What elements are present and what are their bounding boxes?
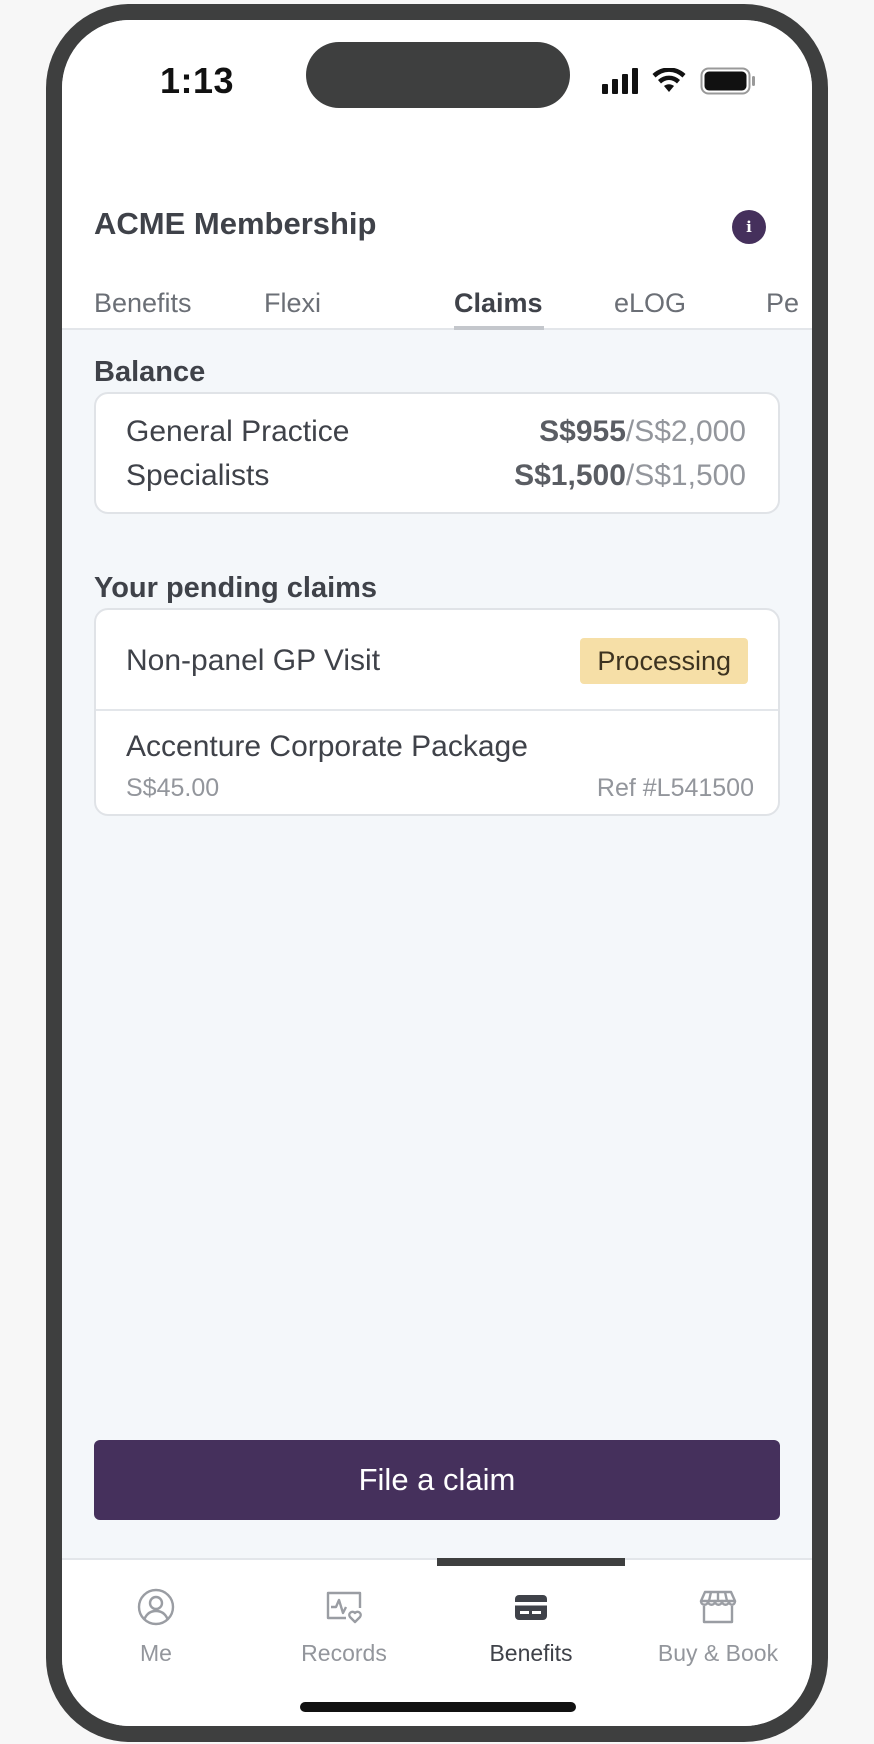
status-badge: Processing xyxy=(580,638,748,684)
nav-label: Records xyxy=(301,1640,387,1666)
balance-total: /S$1,500 xyxy=(625,459,746,492)
health-record-icon xyxy=(326,1591,362,1624)
pending-claims-heading: Your pending claims xyxy=(94,572,378,604)
tab-elog[interactable]: eLOG xyxy=(614,288,686,330)
app-screen: 1:13 ACME Membership i Benefits Flexi Cl… xyxy=(62,20,812,1726)
tab-claims[interactable]: Claims xyxy=(454,288,543,330)
user-circle-icon xyxy=(137,1588,175,1626)
status-time: 1:13 xyxy=(160,60,235,101)
tab-partial[interactable]: Pe xyxy=(766,288,799,330)
tab-benefits[interactable]: Benefits xyxy=(94,288,192,330)
balance-row: Specialists S$1,500/S$1,500 xyxy=(126,456,746,496)
nav-label: Benefits xyxy=(489,1640,573,1666)
info-icon: i xyxy=(746,218,752,236)
active-tab-indicator xyxy=(454,326,544,330)
status-icons xyxy=(602,66,756,96)
claim-name: Non-panel GP Visit xyxy=(126,644,381,677)
tab-bar: Benefits Flexi Claims eLOG Pe xyxy=(62,288,812,330)
claim-amount: S$45.00 xyxy=(126,774,220,802)
claim-card[interactable]: Non-panel GP Visit Processing Accenture … xyxy=(94,608,780,816)
nav-item-buy-book[interactable]: Buy & Book xyxy=(624,1586,812,1686)
phone-frame: 1:13 ACME Membership i Benefits Flexi Cl… xyxy=(46,4,828,1742)
balance-label: General Practice xyxy=(126,415,350,448)
nav-item-benefits[interactable]: Benefits xyxy=(437,1586,625,1686)
claim-package: Accenture Corporate Package xyxy=(126,730,528,763)
store-icon xyxy=(699,1590,737,1624)
balance-used: S$955 xyxy=(539,415,626,448)
home-indicator[interactable] xyxy=(300,1702,576,1712)
wifi-icon xyxy=(652,68,686,92)
claim-header: Non-panel GP Visit Processing xyxy=(96,610,778,711)
battery-icon xyxy=(700,67,755,95)
balance-label: Specialists xyxy=(126,459,270,492)
file-claim-button[interactable]: File a claim xyxy=(94,1440,780,1520)
tab-flexi[interactable]: Flexi xyxy=(264,288,321,330)
page-title: ACME Membership xyxy=(94,206,377,241)
balance-card: General Practice S$955/S$2,000 Specialis… xyxy=(94,392,780,514)
balance-used: S$1,500 xyxy=(514,459,626,492)
balance-value: S$1,500/S$1,500 xyxy=(514,459,746,493)
active-nav-indicator xyxy=(437,1558,625,1566)
cellular-signal-icon xyxy=(602,68,638,94)
claim-reference: Ref #L541500 xyxy=(596,774,754,802)
nav-item-me[interactable]: Me xyxy=(62,1586,250,1686)
nav-label: Me xyxy=(140,1640,172,1666)
dynamic-island xyxy=(306,42,570,108)
balance-heading: Balance xyxy=(94,356,206,388)
nav-label: Buy & Book xyxy=(657,1640,779,1666)
status-bar: 1:13 xyxy=(62,20,812,134)
info-button[interactable]: i xyxy=(732,210,766,244)
card-icon xyxy=(515,1595,547,1620)
balance-value: S$955/S$2,000 xyxy=(539,415,746,449)
nav-item-records[interactable]: Records xyxy=(250,1586,438,1686)
balance-total: /S$2,000 xyxy=(625,415,746,448)
bottom-navigation: Me Records Benefits Buy & Book xyxy=(62,1558,812,1726)
balance-row: General Practice S$955/S$2,000 xyxy=(126,412,746,452)
app-header: ACME Membership i Benefits Flexi Claims … xyxy=(62,134,812,330)
